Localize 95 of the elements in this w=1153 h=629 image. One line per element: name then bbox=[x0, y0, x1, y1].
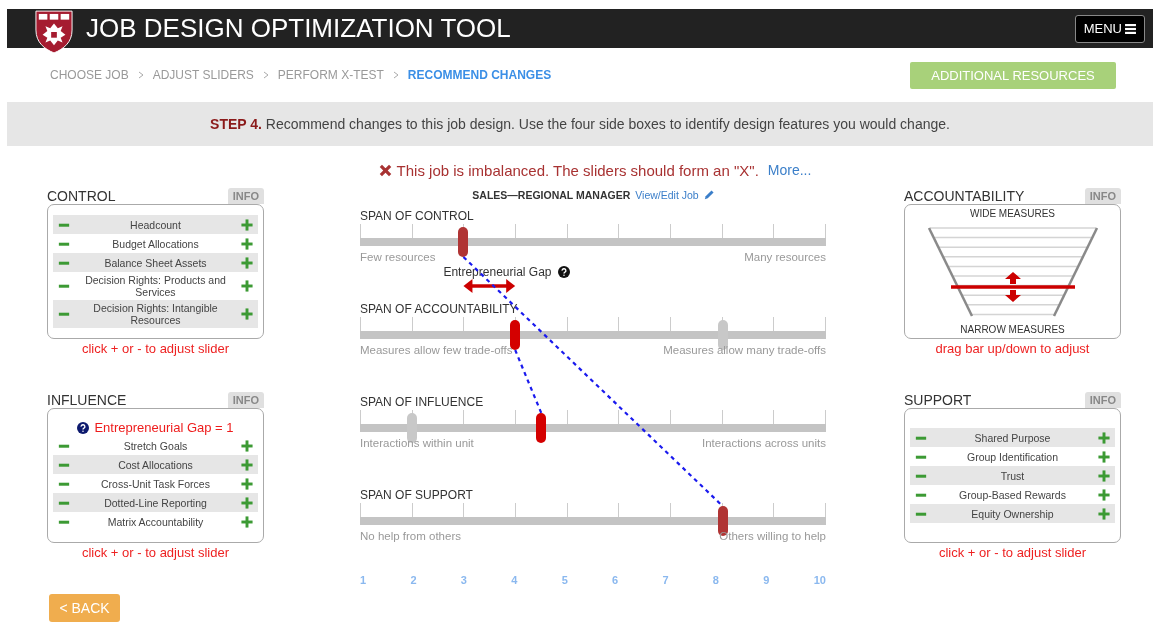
breadcrumb-separator-icon bbox=[137, 71, 144, 79]
scale-number: 5 bbox=[561, 574, 568, 586]
slider-thumb[interactable] bbox=[510, 320, 521, 350]
hint-text: drag bar up/down to adjust bbox=[934, 341, 1091, 356]
slider-min-label: Few resources bbox=[360, 251, 436, 263]
feature-label: Budget Allocations bbox=[111, 237, 200, 250]
hint-text: click + or - to adjust slider bbox=[938, 545, 1087, 560]
feature-label: Trust bbox=[999, 469, 1026, 482]
hint-text: click + or - to adjust slider bbox=[81, 341, 230, 356]
slider-title: SPAN OF ACCOUNTABILITY bbox=[360, 301, 519, 317]
scale-number: 2 bbox=[410, 574, 417, 586]
feature-label: Group Identification bbox=[965, 450, 1060, 463]
feature-label: Matrix Accountability bbox=[106, 515, 205, 528]
plus-icon[interactable] bbox=[1098, 507, 1110, 520]
scale-number: 6 bbox=[612, 574, 619, 586]
info-button[interactable]: INFO bbox=[227, 392, 264, 408]
job-title: SALES—REGIONAL MANAGER bbox=[472, 189, 631, 201]
feature-label: Dotted-Line Reporting bbox=[103, 496, 208, 509]
feature-label: Balance Sheet Assets bbox=[103, 256, 208, 269]
instruction-text: STEP 4. Recommend changes to this job design. Use the four side boxes to identify design features you would change. bbox=[210, 116, 950, 132]
plus-icon[interactable] bbox=[1098, 450, 1110, 463]
plus-icon[interactable] bbox=[241, 496, 253, 509]
slider-min-label: No help from others bbox=[360, 530, 461, 542]
menu-icon bbox=[1125, 23, 1136, 34]
scale-label: NARROW MEASURES bbox=[960, 324, 1065, 335]
plus-icon[interactable] bbox=[241, 308, 253, 320]
info-button[interactable]: INFO bbox=[227, 188, 264, 204]
plus-icon[interactable] bbox=[241, 218, 253, 231]
panel-title: CONTROL bbox=[47, 188, 116, 204]
slider-title: SPAN OF SUPPORT bbox=[360, 487, 474, 503]
plus-icon[interactable] bbox=[241, 237, 253, 250]
panel-title: ACCOUNTABILITY bbox=[904, 188, 1025, 204]
feature-label: Cross-Unit Task Forces bbox=[100, 477, 211, 490]
plus-icon[interactable] bbox=[241, 256, 253, 269]
scale-number: 4 bbox=[511, 574, 518, 586]
plus-icon[interactable] bbox=[241, 439, 253, 452]
back-button[interactable]: < BACK bbox=[49, 594, 120, 622]
scale-number: 3 bbox=[460, 574, 467, 586]
breadcrumb-link[interactable]: CHOOSE JOB bbox=[50, 68, 129, 82]
scale-number: 10 bbox=[813, 574, 826, 586]
slider-max-label: Many resources bbox=[744, 251, 826, 263]
edit-job-link[interactable]: View/Edit Job bbox=[635, 189, 699, 201]
slider-max-label: Measures allow many trade-offs bbox=[663, 344, 826, 356]
breadcrumb-link[interactable]: ADJUST SLIDERS bbox=[152, 68, 254, 82]
scale-number: 8 bbox=[712, 574, 719, 586]
help-icon[interactable] bbox=[77, 421, 90, 434]
more-link[interactable]: More... bbox=[767, 162, 812, 178]
plus-icon[interactable] bbox=[241, 515, 253, 528]
feature-label: Headcount bbox=[129, 218, 182, 231]
feature-label: Shared Purpose bbox=[973, 431, 1052, 444]
plus-icon[interactable] bbox=[1098, 469, 1110, 482]
scale-number: 9 bbox=[763, 574, 770, 586]
feature-label: Group-Based Rewards bbox=[958, 488, 1067, 501]
help-icon[interactable] bbox=[557, 266, 570, 278]
scale-number: 7 bbox=[662, 574, 669, 586]
gap-note: Entrepreneurial Gap = 1 bbox=[94, 420, 234, 435]
resources-button[interactable]: ADDITIONAL RESOURCES bbox=[910, 61, 1116, 89]
slider-thumb[interactable] bbox=[536, 413, 547, 443]
error-icon bbox=[378, 163, 392, 177]
breadcrumb-link[interactable]: RECOMMEND CHANGES bbox=[407, 68, 552, 82]
plus-icon[interactable] bbox=[241, 280, 253, 292]
plus-icon[interactable] bbox=[1098, 431, 1110, 444]
plus-icon[interactable] bbox=[241, 458, 253, 471]
feature-label: Cost Allocations bbox=[117, 458, 194, 471]
app-title: JOB DESIGN OPTIMIZATION TOOL bbox=[86, 13, 511, 44]
breadcrumb-separator-icon bbox=[262, 71, 269, 79]
feature-label: Equity Ownership bbox=[970, 507, 1055, 520]
plus-icon[interactable] bbox=[1098, 488, 1110, 501]
scale-number: 1 bbox=[360, 574, 367, 586]
panel-title: SUPPORT bbox=[904, 392, 972, 408]
slider-min-label: Interactions within unit bbox=[360, 437, 474, 449]
slider-thumb[interactable] bbox=[458, 227, 469, 257]
breadcrumb-separator-icon bbox=[392, 71, 399, 79]
slider-title: SPAN OF INFLUENCE bbox=[360, 394, 485, 410]
slider-title: SPAN OF CONTROL bbox=[360, 208, 475, 224]
shield-logo bbox=[35, 9, 73, 54]
gap-label: Entrepreneurial Gap bbox=[443, 265, 552, 279]
slider-max-label: Interactions across units bbox=[702, 437, 826, 449]
hint-text: click + or - to adjust slider bbox=[81, 545, 230, 560]
adjust-bar[interactable] bbox=[950, 271, 1075, 302]
menu-button[interactable]: MENU bbox=[1074, 14, 1145, 43]
breadcrumb-link[interactable]: PERFORM X-TEST bbox=[277, 68, 384, 82]
slider-max-label: Others willing to help bbox=[719, 530, 826, 542]
slider-min-label: Measures allow few trade-offs bbox=[360, 344, 513, 356]
scale-label: WIDE MEASURES bbox=[970, 208, 1055, 219]
feature-label: Decision Rights: Intangible Resources bbox=[92, 302, 219, 326]
panel-title: INFLUENCE bbox=[47, 392, 127, 408]
gap-arrow bbox=[463, 279, 516, 293]
plus-icon[interactable] bbox=[241, 477, 253, 490]
feature-label: Decision Rights: Products and Services bbox=[84, 274, 227, 298]
feature-label: Stretch Goals bbox=[122, 439, 189, 452]
alert-message: This job is imbalanced. The sliders should form an "X". bbox=[396, 161, 759, 179]
info-button[interactable]: INFO bbox=[1084, 392, 1121, 408]
info-button[interactable]: INFO bbox=[1084, 188, 1121, 204]
pencil-icon[interactable] bbox=[703, 190, 714, 200]
